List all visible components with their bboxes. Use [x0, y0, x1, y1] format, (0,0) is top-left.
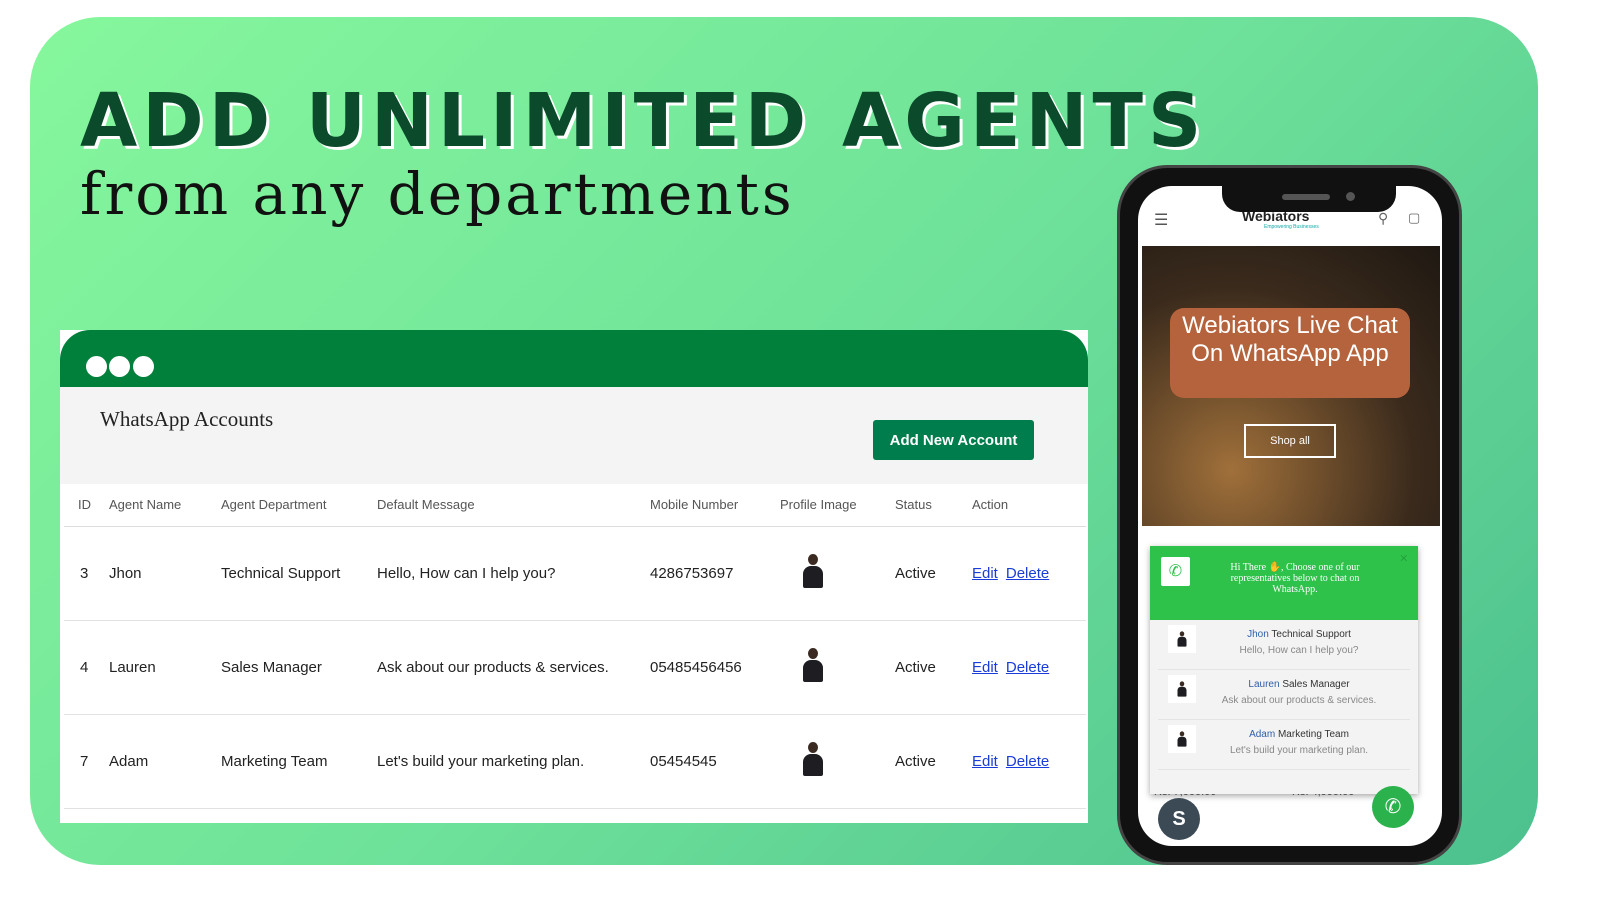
department-cell: Technical Support	[221, 526, 377, 621]
edit-link[interactable]: Edit	[972, 659, 998, 676]
column-header: Agent Department	[221, 484, 377, 527]
cart-icon[interactable]: ▢	[1408, 210, 1420, 226]
avatar	[1168, 675, 1196, 703]
mobile-cell: 4286753697	[650, 526, 780, 621]
add-new-account-button[interactable]: Add New Account	[873, 420, 1034, 460]
agent-name: Adam	[1249, 729, 1276, 740]
column-header: Profile Image	[780, 484, 895, 527]
department-cell: Sales Manager	[221, 620, 377, 715]
message-cell: Hello, How can I help you?	[377, 526, 650, 621]
delete-link[interactable]: Delete	[1006, 565, 1049, 582]
delete-link[interactable]: Delete	[1006, 753, 1049, 770]
column-header: Action	[972, 484, 1086, 527]
agent-department: Marketing Team	[1277, 729, 1349, 740]
window-titlebar	[60, 330, 1088, 387]
message-cell: Ask about our products & services.	[377, 620, 650, 715]
action-cell: Edit Delete	[972, 620, 1086, 715]
message-cell: Let's build your marketing plan.	[377, 714, 650, 809]
window-dot	[109, 356, 130, 377]
action-cell: Edit Delete	[972, 714, 1086, 809]
hero-title: Webiators Live Chat On WhatsApp App	[1170, 308, 1410, 398]
page-title: WhatsApp Accounts	[100, 407, 274, 431]
mobile-cell: 05485456456	[650, 620, 780, 715]
column-header: Default Message	[377, 484, 650, 527]
agent-list-item[interactable]: Lauren Sales Manager Ask about our produ…	[1158, 670, 1410, 720]
menu-icon[interactable]: ☰	[1154, 210, 1168, 230]
table-row: 7 Adam Marketing Team Let's build your m…	[64, 714, 1086, 809]
agent-department: Sales Manager	[1282, 679, 1350, 690]
mobile-cell: 05454545	[650, 714, 780, 809]
status-cell: Active	[895, 714, 972, 809]
shop-all-button[interactable]: Shop all	[1244, 424, 1336, 458]
agent-name: Jhon	[1247, 629, 1269, 640]
avatar	[802, 742, 824, 776]
delete-link[interactable]: Delete	[1006, 659, 1049, 676]
department-cell: Marketing Team	[221, 714, 377, 809]
column-header: Agent Name	[109, 484, 221, 527]
window-dot	[86, 356, 107, 377]
search-icon[interactable]: ⚲	[1378, 210, 1388, 227]
column-header: ID	[64, 484, 109, 527]
id-cell: 3	[64, 526, 109, 621]
hero-banner: Webiators Live Chat On WhatsApp App Shop…	[1142, 246, 1440, 526]
avatar	[802, 648, 824, 682]
edit-link[interactable]: Edit	[972, 565, 998, 582]
agent-name-cell: Jhon	[109, 526, 221, 621]
agent-message: Let's build your marketing plan.	[1229, 745, 1369, 756]
phone-notch	[1222, 186, 1396, 212]
avatar	[1168, 725, 1196, 753]
accounts-table: ID Agent Name Agent Department Default Mess…	[64, 484, 1086, 809]
id-cell: 7	[64, 714, 109, 809]
avatar	[802, 554, 824, 588]
agent-list-item[interactable]: Jhon Technical Support Hello, How can I …	[1158, 620, 1410, 670]
id-cell: 4	[64, 620, 109, 715]
profile-image-cell	[780, 526, 895, 621]
column-header: Mobile Number	[650, 484, 780, 527]
status-cell: Active	[895, 526, 972, 621]
edit-link[interactable]: Edit	[972, 753, 998, 770]
shopify-icon[interactable]: S	[1158, 798, 1200, 840]
popup-greeting: Hi There ✋, Choose one of our representa…	[1230, 562, 1360, 595]
agent-name-cell: Lauren	[109, 620, 221, 715]
agent-name: Lauren	[1248, 679, 1280, 690]
subheadline: from any departments	[80, 160, 795, 228]
agent-message: Ask about our products & services.	[1221, 695, 1377, 706]
agent-name-cell: Adam	[109, 714, 221, 809]
agent-list-item[interactable]: Adam Marketing Team Let's build your mar…	[1158, 720, 1410, 770]
admin-window: WhatsApp Accounts Add New Account ID Agen…	[60, 330, 1088, 823]
profile-image-cell	[780, 714, 895, 809]
window-dot	[133, 356, 154, 377]
phone-mockup: ☰ Webiators Empowering Businesses ⚲ ▢ Web…	[1117, 165, 1462, 865]
agent-department: Technical Support	[1271, 629, 1351, 640]
avatar	[1168, 625, 1196, 653]
agent-message: Hello, How can I help you?	[1239, 645, 1359, 656]
close-icon[interactable]: ×	[1400, 552, 1408, 567]
table-row: 3 Jhon Technical Support Hello, How can …	[64, 526, 1086, 621]
column-header: Status	[895, 484, 972, 527]
action-cell: Edit Delete	[972, 526, 1086, 621]
whatsapp-logo-icon: ✆	[1161, 557, 1190, 586]
whatsapp-chat-button[interactable]: ✆	[1372, 786, 1414, 828]
table-row: 4 Lauren Sales Manager Ask about our pro…	[64, 620, 1086, 715]
profile-image-cell	[780, 620, 895, 715]
headline: ADD UNLIMITED AGENTS	[80, 78, 1207, 164]
whatsapp-agents-popup: ✆ Hi There ✋, Choose one of our represen…	[1150, 546, 1418, 794]
status-cell: Active	[895, 620, 972, 715]
